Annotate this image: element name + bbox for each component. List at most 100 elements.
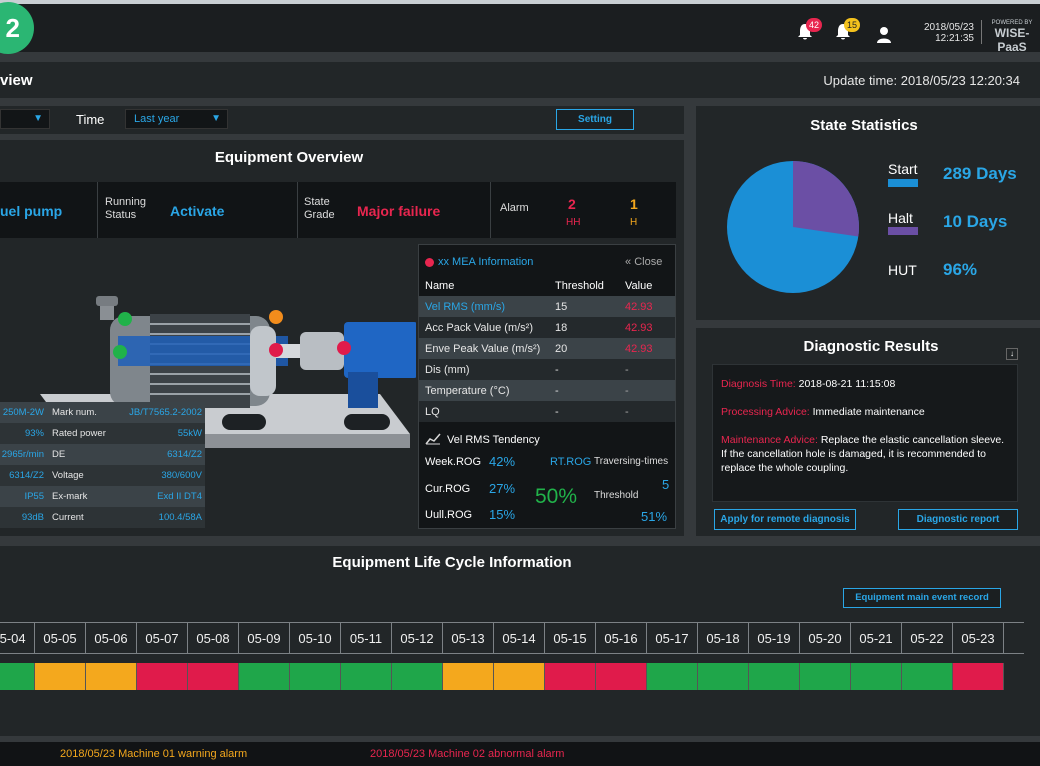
mea-value: -	[625, 384, 629, 397]
state-grade-value: Major failure	[357, 203, 441, 219]
spec-value-1: 250M-2W	[2, 407, 44, 418]
date-cell[interactable]: 05-12	[392, 623, 443, 653]
maintenance-advice: Maintenance Advice: Replace the elastic …	[721, 433, 1011, 475]
pie-slice-halt	[793, 161, 859, 237]
equipment-select[interactable]: ▼	[0, 109, 50, 129]
start-legend-swatch	[888, 179, 918, 187]
date-cell[interactable]: 05-17	[647, 623, 698, 653]
date-cell[interactable]: 05-08	[188, 623, 239, 653]
date-cell[interactable]: 05-20	[800, 623, 851, 653]
divider	[490, 182, 491, 238]
status-bar[interactable]	[749, 663, 800, 690]
status-bar[interactable]	[392, 663, 443, 690]
ticker-message-1[interactable]: 2018/05/23 Machine 01 warning alarm	[60, 748, 247, 760]
status-bar[interactable]	[86, 663, 137, 690]
date-cell[interactable]: 05-13	[443, 623, 494, 653]
date-cell[interactable]: 05-06	[86, 623, 137, 653]
status-bar[interactable]	[494, 663, 545, 690]
status-bar[interactable]	[953, 663, 1004, 690]
state-pie-chart	[727, 161, 859, 293]
status-bar[interactable]	[596, 663, 647, 690]
mea-row[interactable]: Acc Pack Value (m/s²) 18 42.93	[419, 317, 675, 338]
mea-header-name: Name	[425, 279, 455, 292]
spec-key: Mark num.	[52, 407, 97, 418]
date-cell[interactable]: 05-21	[851, 623, 902, 653]
spec-value-2: 380/600V	[161, 470, 202, 481]
status-bar[interactable]	[443, 663, 494, 690]
status-bar[interactable]	[35, 663, 86, 690]
alarm-bell-yellow[interactable]: 15	[834, 18, 860, 42]
spec-row: IP55 Ex-mark Exd II DT4	[0, 486, 205, 507]
status-bar[interactable]	[851, 663, 902, 690]
mea-row[interactable]: Dis (mm) - -	[419, 359, 675, 380]
mea-row[interactable]: LQ - -	[419, 401, 675, 422]
mea-name: Dis (mm)	[425, 363, 470, 376]
mea-header-threshold: Threshold	[555, 279, 604, 292]
date-cell[interactable]: 05-19	[749, 623, 800, 653]
header-time: 12:21:35	[935, 33, 974, 44]
diagnosis-time-label: Diagnosis Time:	[721, 378, 796, 390]
date-cell[interactable]: 05-14	[494, 623, 545, 653]
status-bar[interactable]	[902, 663, 953, 690]
mea-row[interactable]: Temperature (°C) - -	[419, 380, 675, 401]
date-cell[interactable]: 05-10	[290, 623, 341, 653]
status-bar[interactable]	[0, 663, 35, 690]
mea-value: 42.93	[625, 342, 653, 355]
diagnostic-report-label: Diagnostic report	[916, 514, 1000, 525]
mea-value: -	[625, 363, 629, 376]
status-bar[interactable]	[545, 663, 596, 690]
mea-close-label: Close	[634, 256, 663, 268]
equipment-summary-bar: uel pump Running Status Activate State G…	[0, 182, 676, 238]
alarm-count-red: 42	[806, 18, 822, 32]
mea-row[interactable]: Vel RMS (mm/s) 15 42.93	[419, 296, 675, 317]
date-cell[interactable]: 05-05	[35, 623, 86, 653]
lifecycle-title: Equipment Life Cycle Information	[332, 554, 572, 571]
alarm-bell-red[interactable]: 42	[796, 18, 822, 42]
page-title: view	[0, 72, 33, 89]
date-cell[interactable]: 05-09	[239, 623, 290, 653]
setting-button[interactable]: Setting	[556, 109, 634, 130]
traversing-times-label: Traversing-times	[594, 456, 669, 467]
mea-threshold: 18	[555, 321, 568, 334]
spec-row: 93% Rated power 55kW	[0, 423, 205, 444]
spec-row: 2965r/min DE 6314/Z2	[0, 444, 205, 465]
trend-chart-icon	[425, 433, 441, 445]
status-bar[interactable]	[341, 663, 392, 690]
filter-bar: ▼ Time Last year ▼ Setting	[0, 106, 684, 134]
status-bar[interactable]	[800, 663, 851, 690]
status-bar[interactable]	[239, 663, 290, 690]
spec-row: 6314/Z2 Voltage 380/600V	[0, 465, 205, 486]
date-cell[interactable]: 05-11	[341, 623, 392, 653]
date-cell[interactable]: 05-22	[902, 623, 953, 653]
expand-button[interactable]: ↓	[1006, 348, 1018, 360]
date-cell[interactable]: 05-07	[137, 623, 188, 653]
time-select[interactable]: Last year ▼	[125, 109, 228, 129]
mea-value: -	[625, 405, 629, 418]
chevrons-left-icon: «	[625, 256, 632, 268]
mea-threshold: 20	[555, 342, 568, 355]
user-icon[interactable]	[876, 26, 892, 44]
event-record-label: Equipment main event record	[855, 592, 989, 603]
mea-name: Acc Pack Value (m/s²)	[425, 321, 533, 334]
apply-remote-diagnosis-button[interactable]: Apply for remote diagnosis	[714, 509, 856, 530]
ticker-message-2[interactable]: 2018/05/23 Machine 02 abnormal alarm	[370, 748, 564, 760]
status-bar[interactable]	[137, 663, 188, 690]
lifecycle-panel: Equipment Life Cycle Information Equipme…	[0, 546, 1040, 736]
alarm-hh-count: 2	[568, 196, 576, 212]
halt-label: Halt	[888, 210, 913, 226]
status-bar[interactable]	[698, 663, 749, 690]
date-cell[interactable]: 05-04	[0, 623, 35, 653]
date-cell[interactable]: 05-15	[545, 623, 596, 653]
mea-row[interactable]: Enve Peak Value (m/s²) 20 42.93	[419, 338, 675, 359]
status-bar[interactable]	[188, 663, 239, 690]
event-record-button[interactable]: Equipment main event record	[843, 588, 1001, 608]
date-cell[interactable]: 05-18	[698, 623, 749, 653]
mea-close-button[interactable]: « Close	[625, 256, 662, 268]
date-cell[interactable]: 05-16	[596, 623, 647, 653]
badge-number: 2	[5, 12, 20, 43]
spec-value-2: 100.4/58A	[158, 512, 202, 523]
status-bar[interactable]	[647, 663, 698, 690]
date-cell[interactable]: 05-23	[953, 623, 1004, 653]
diagnostic-report-button[interactable]: Diagnostic report	[898, 509, 1018, 530]
status-bar[interactable]	[290, 663, 341, 690]
